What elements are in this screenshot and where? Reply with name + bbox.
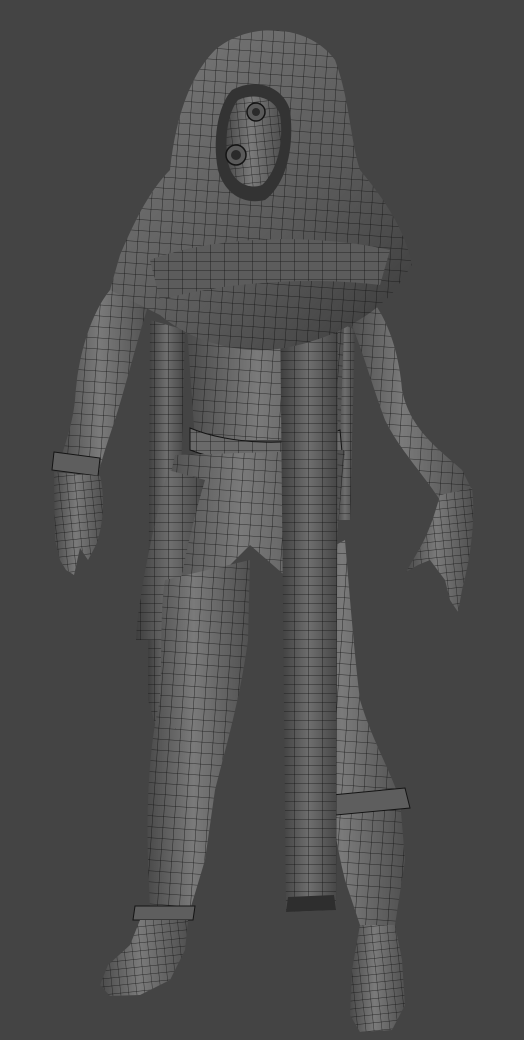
3d-viewport[interactable]: [0, 0, 524, 1040]
hood: [110, 30, 412, 351]
right-foot: [350, 925, 405, 1032]
right-hand: [406, 488, 474, 612]
character-mesh[interactable]: [0, 0, 524, 1040]
left-foot: [100, 920, 188, 996]
left-hand: [54, 472, 103, 575]
scarf-strip: [280, 290, 338, 912]
left-arm: [51, 280, 150, 477]
